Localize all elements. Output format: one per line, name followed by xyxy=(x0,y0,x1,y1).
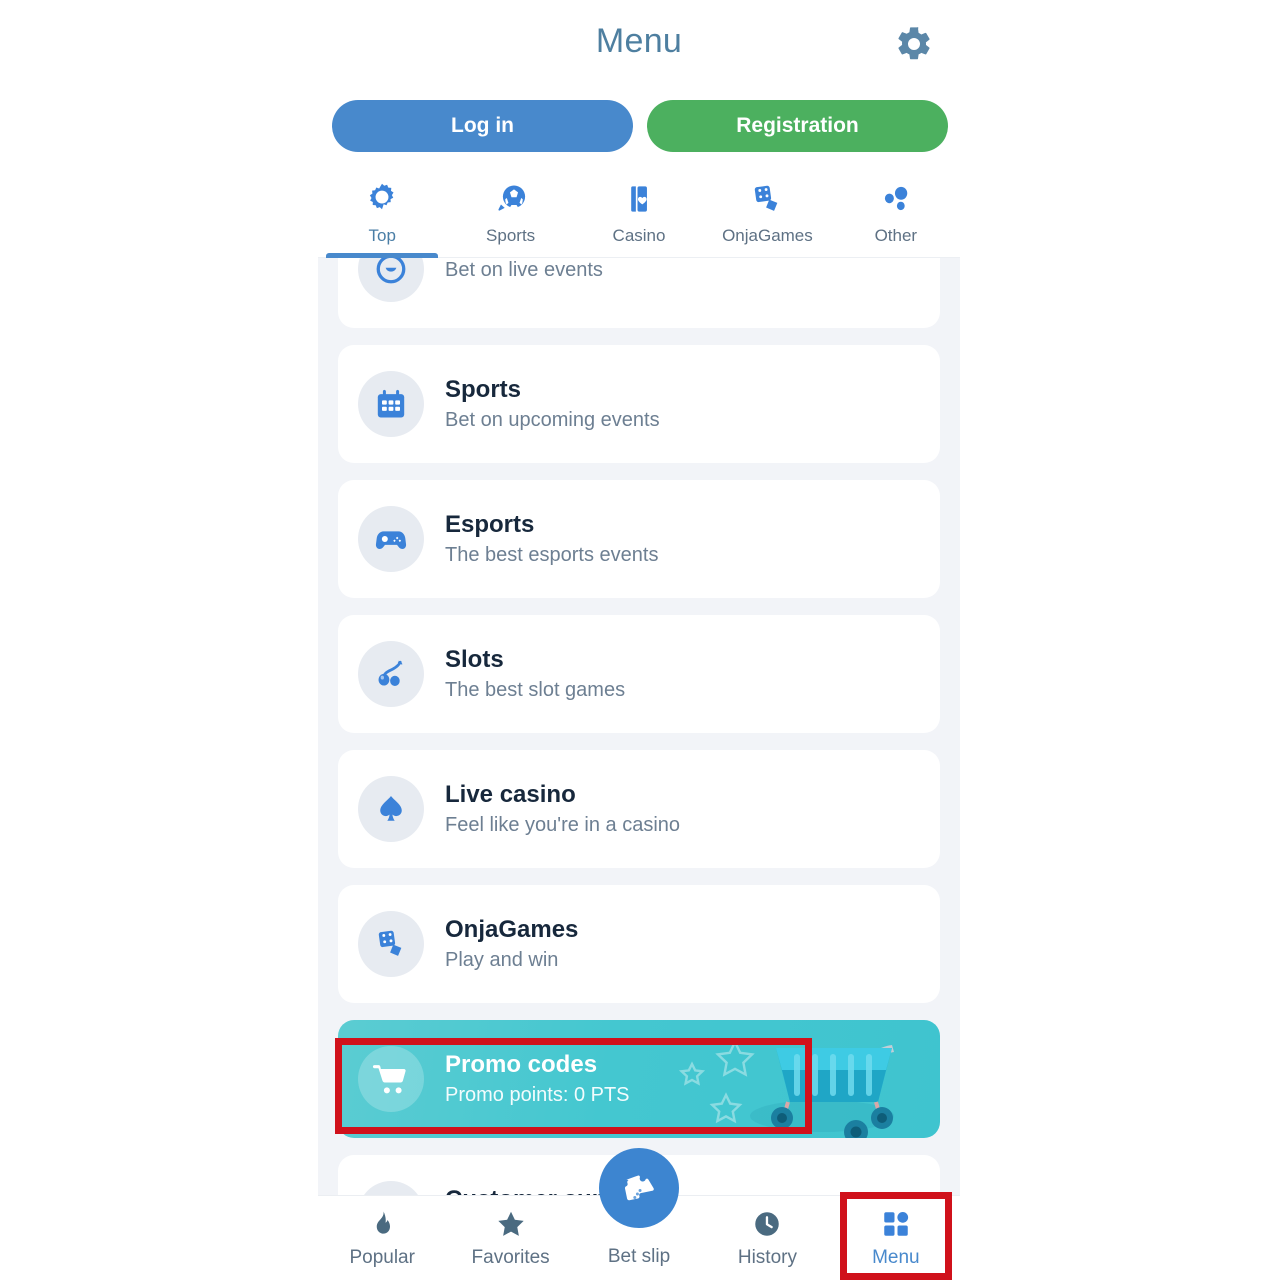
bet-slip-button[interactable] xyxy=(599,1148,680,1228)
app-header: Menu xyxy=(318,0,960,88)
menu-item-text: Bet on live events xyxy=(445,258,603,283)
spade-icon xyxy=(358,776,424,842)
tab-label: OnjaGames xyxy=(722,226,813,245)
gamepad-icon xyxy=(358,506,424,572)
menu-item-onjagames[interactable]: OnjaGames Play and win xyxy=(338,885,940,1003)
soccer-ball-icon xyxy=(493,180,529,218)
menu-item-slots[interactable]: Slots The best slot games xyxy=(338,615,940,733)
flame-icon xyxy=(367,1208,397,1240)
nav-label: Menu xyxy=(872,1246,920,1268)
menu-item-text: Slots The best slot games xyxy=(445,645,625,703)
category-tabs: Top Sports Casino OnjaGames Other xyxy=(318,168,960,258)
bottom-navigation: Popular Favorites Bet slip History Menu xyxy=(318,1148,960,1280)
menu-item-live-casino[interactable]: Live casino Feel like you're in a casino xyxy=(338,750,940,868)
menu-item-title: Sports xyxy=(445,376,522,403)
auth-buttons: Log in Registration xyxy=(332,100,948,152)
calendar-icon xyxy=(358,371,424,437)
menu-item-text: Sports Bet on upcoming events xyxy=(445,375,660,433)
dice-icon xyxy=(749,180,785,218)
menu-item-title: Esports xyxy=(445,511,535,538)
tab-label: Other xyxy=(874,226,918,245)
clock-icon xyxy=(752,1208,782,1240)
menu-item-title: Live casino xyxy=(445,781,576,808)
tab-top[interactable]: Top xyxy=(318,168,446,258)
page-title: Menu xyxy=(595,22,683,60)
headset-icon xyxy=(358,1181,424,1195)
menu-item-esports[interactable]: Esports The best esports events xyxy=(338,480,940,598)
menu-item-sports[interactable]: Sports Bet on upcoming events xyxy=(338,345,940,463)
dots-icon xyxy=(878,180,914,218)
shopping-cart-icon xyxy=(358,1046,424,1112)
registration-button[interactable]: Registration xyxy=(647,100,948,152)
ticket-icon xyxy=(618,1167,660,1209)
menu-item-text: Promo codes Promo points: 0 PTS xyxy=(445,1050,630,1108)
menu-scroll-area[interactable]: Bet on live events Sports Bet on upcomin… xyxy=(318,258,960,1195)
nav-item-popular[interactable]: Popular xyxy=(318,1196,446,1280)
nav-label: History xyxy=(737,1246,797,1268)
dice-icon xyxy=(358,911,424,977)
menu-item-subtitle: Promo points: 0 PTS xyxy=(445,1084,630,1106)
tab-label: Top xyxy=(368,226,396,245)
cherries-icon xyxy=(358,641,424,707)
live-icon xyxy=(358,258,424,302)
menu-item-promo-codes[interactable]: Promo codes Promo points: 0 PTS xyxy=(338,1020,940,1138)
nav-item-bet-slip[interactable]: Bet slip xyxy=(575,1148,703,1280)
tab-other[interactable]: Other xyxy=(832,168,960,258)
tab-sports[interactable]: Sports xyxy=(446,168,574,258)
menu-list: Bet on live events Sports Bet on upcomin… xyxy=(318,258,960,1195)
grid-icon xyxy=(881,1208,911,1240)
star-burst-icon xyxy=(364,180,400,218)
menu-item-subtitle: The best slot games xyxy=(445,679,626,701)
menu-item-live[interactable]: Bet on live events xyxy=(338,258,940,328)
menu-item-subtitle: Bet on upcoming events xyxy=(445,409,660,431)
menu-item-subtitle: Feel like you're in a casino xyxy=(445,814,681,836)
settings-button[interactable] xyxy=(888,18,940,70)
app-screen: Menu Log in Registration Top Sports Casi… xyxy=(0,0,1280,1280)
tab-onjagames[interactable]: OnjaGames xyxy=(703,168,831,258)
nav-label: Bet slip xyxy=(607,1246,671,1267)
menu-item-title: Promo codes xyxy=(445,1051,598,1078)
menu-item-subtitle: Bet on live events xyxy=(445,259,603,281)
nav-label: Popular xyxy=(349,1246,415,1268)
menu-item-text: Esports The best esports events xyxy=(445,510,658,568)
menu-item-subtitle: The best esports events xyxy=(445,544,659,566)
star-icon xyxy=(495,1208,527,1240)
menu-item-subtitle: Play and win xyxy=(445,949,559,971)
tab-casino[interactable]: Casino xyxy=(575,168,703,258)
tab-label: Casino xyxy=(612,226,666,245)
login-button[interactable]: Log in xyxy=(332,100,633,152)
menu-item-title: Slots xyxy=(445,646,504,673)
gear-icon xyxy=(894,24,934,64)
nav-item-favorites[interactable]: Favorites xyxy=(446,1196,574,1280)
menu-item-text: OnjaGames Play and win xyxy=(445,915,578,973)
tab-label: Sports xyxy=(486,226,536,245)
nav-item-menu[interactable]: Menu xyxy=(832,1196,960,1280)
playing-cards-icon xyxy=(621,180,657,218)
menu-item-title: OnjaGames xyxy=(445,916,579,943)
menu-item-text: Live casino Feel like you're in a casino xyxy=(445,780,680,838)
nav-label: Favorites xyxy=(471,1246,550,1268)
shopping-basket-illustration xyxy=(670,1020,940,1138)
nav-item-history[interactable]: History xyxy=(703,1196,831,1280)
